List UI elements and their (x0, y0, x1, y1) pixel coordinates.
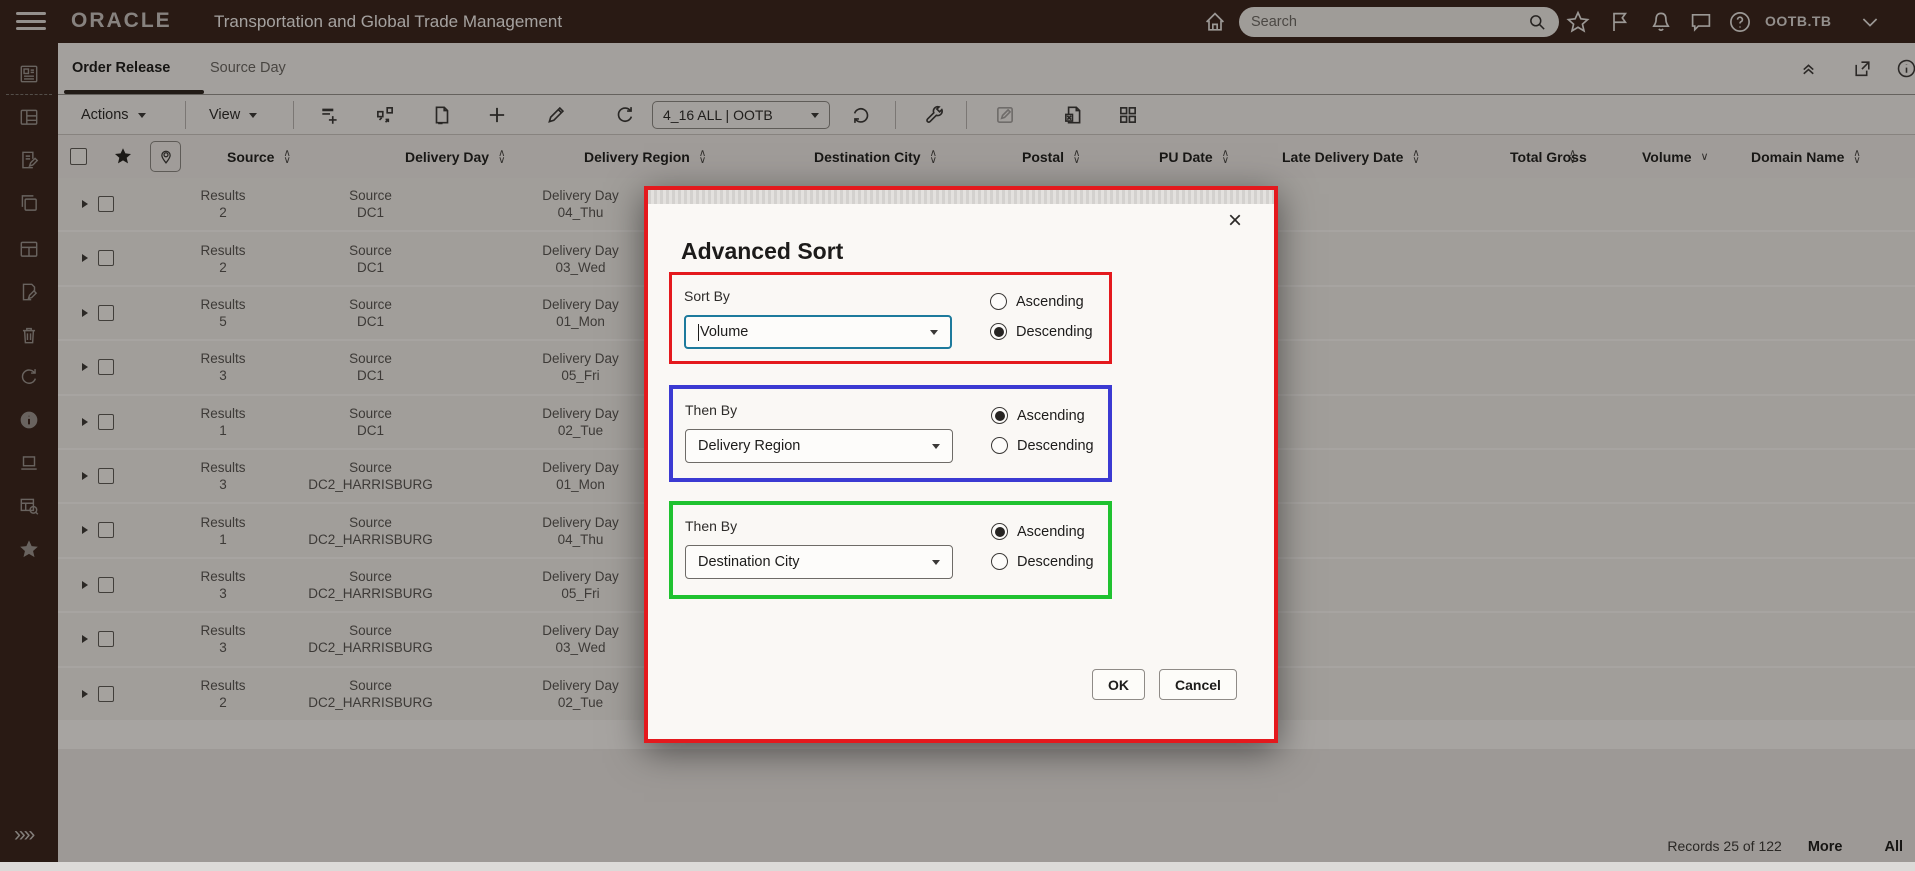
ascending-radio[interactable]: Ascending (991, 523, 1094, 540)
dialog-title: Advanced Sort (681, 238, 844, 264)
sort-by-select[interactable]: Volume (684, 315, 952, 349)
then-by-direction-group-2: Ascending Descending (991, 523, 1094, 570)
ascending-radio[interactable]: Ascending (990, 293, 1093, 310)
close-icon[interactable]: × (1228, 209, 1242, 233)
chevron-down-icon (932, 443, 940, 449)
chevron-down-icon (930, 329, 938, 335)
bottom-edge-strip (0, 862, 1915, 871)
dialog-buttons: OK Cancel (1092, 669, 1237, 700)
then-by-value-1: Delivery Region (698, 438, 801, 454)
ok-button[interactable]: OK (1092, 669, 1145, 700)
sort-by-section: Sort By Volume Ascending Descending (669, 272, 1112, 364)
descending-radio[interactable]: Descending (990, 323, 1093, 340)
descending-radio[interactable]: Descending (991, 437, 1094, 454)
advanced-sort-dialog: × Advanced Sort Sort By Volume Ascending… (644, 186, 1278, 743)
application-window: ORACLE Transportation and Global Trade M… (0, 0, 1915, 871)
then-by-select-1[interactable]: Delivery Region (685, 429, 953, 463)
dialog-drag-handle[interactable] (648, 190, 1274, 204)
chevron-down-icon (932, 559, 940, 565)
sort-by-value: Volume (700, 324, 749, 340)
sort-by-label: Sort By (684, 288, 730, 304)
then-by-value-2: Destination City (698, 554, 800, 570)
radio-icon[interactable] (990, 293, 1007, 310)
ascending-radio[interactable]: Ascending (991, 407, 1094, 424)
cancel-button[interactable]: Cancel (1159, 669, 1237, 700)
then-by-select-2[interactable]: Destination City (685, 545, 953, 579)
radio-selected-icon[interactable] (991, 523, 1008, 540)
radio-selected-icon[interactable] (991, 407, 1008, 424)
radio-selected-icon[interactable] (990, 323, 1007, 340)
text-cursor (698, 323, 699, 341)
radio-icon[interactable] (991, 553, 1008, 570)
sort-by-direction-group: Ascending Descending (990, 293, 1093, 340)
then-by-section-2: Then By Destination City Ascending Desce… (669, 501, 1112, 599)
then-by-label: Then By (685, 402, 738, 418)
then-by-direction-group-1: Ascending Descending (991, 407, 1094, 454)
descending-radio[interactable]: Descending (991, 553, 1094, 570)
radio-icon[interactable] (991, 437, 1008, 454)
then-by-section-1: Then By Delivery Region Ascending Descen… (669, 385, 1112, 482)
then-by-label: Then By (685, 518, 738, 534)
